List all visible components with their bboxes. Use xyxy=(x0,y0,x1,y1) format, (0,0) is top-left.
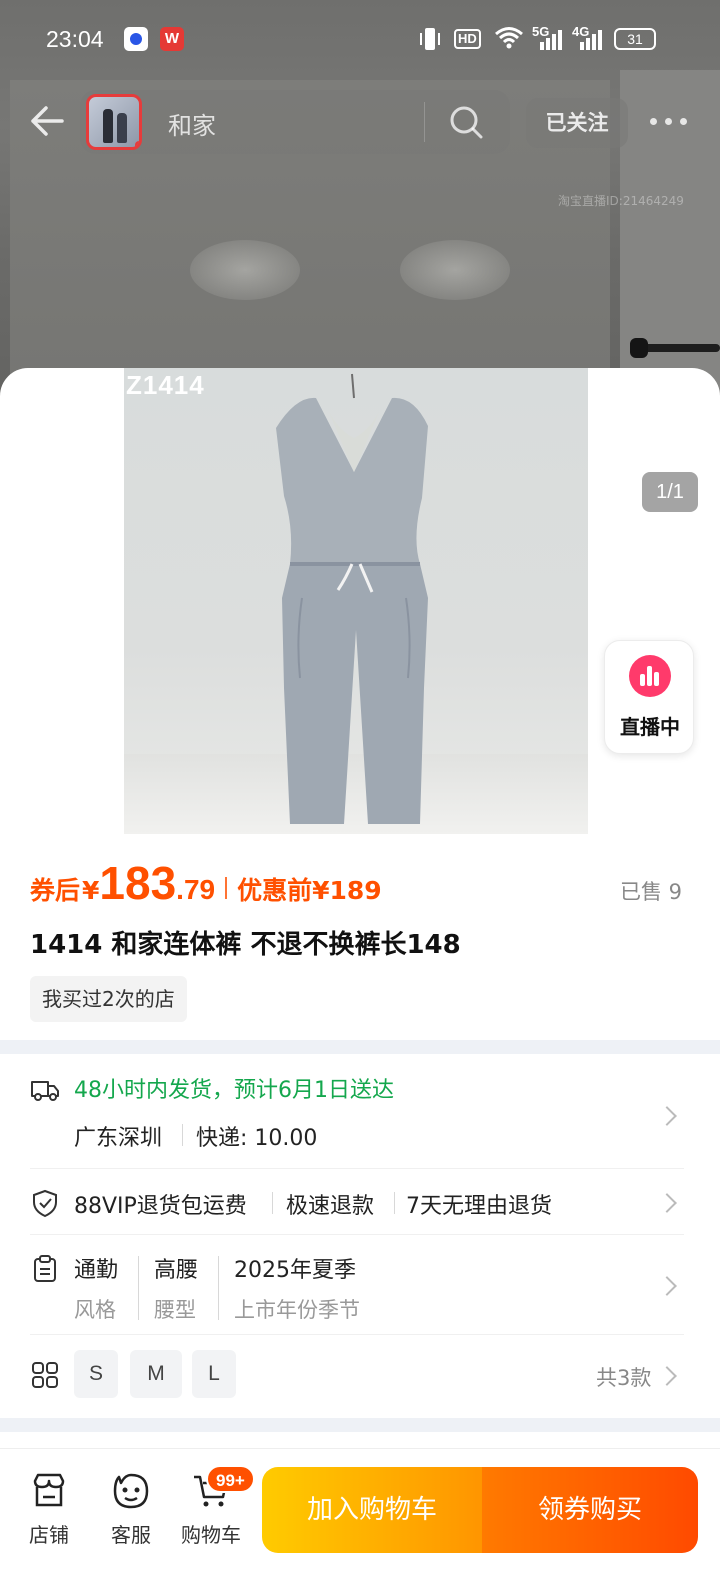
divider xyxy=(30,1168,684,1169)
status-time: 23:04 xyxy=(46,26,104,52)
baidu-icon xyxy=(124,27,148,51)
watermark-text: 淘宝直播ID:21464249 xyxy=(558,194,684,208)
live-label: 直播中 xyxy=(620,715,680,739)
bottom-bar: 店铺 客服 购物车 99+ 加入购物车 领券购买 xyxy=(0,1448,720,1584)
divider xyxy=(394,1192,395,1214)
chevron-right-icon[interactable] xyxy=(657,1106,677,1126)
sku-option[interactable]: L xyxy=(192,1350,236,1398)
shipping-fee: 快递: 10.00 xyxy=(196,1126,318,1151)
search-icon[interactable] xyxy=(448,104,484,140)
live-button[interactable]: 直播中 xyxy=(604,640,694,754)
spec-value: 通勤 xyxy=(74,1258,119,1283)
guarantee-item: 88VIP退货包运费 xyxy=(74,1194,247,1219)
back-arrow-icon[interactable] xyxy=(26,100,68,142)
price-divider xyxy=(225,877,228,899)
ship-from: 广东深圳 xyxy=(74,1126,163,1151)
live-icon xyxy=(629,655,671,697)
signal-5g-icon xyxy=(540,30,562,50)
grid-icon xyxy=(32,1362,58,1388)
spec-key: 风格 xyxy=(74,1298,116,1322)
background-light xyxy=(190,240,300,300)
shop-button[interactable]: 店铺 xyxy=(14,1461,84,1561)
truck-icon xyxy=(31,1081,59,1101)
price-row: 券后¥183.79 优惠前¥189 xyxy=(30,856,382,916)
chevron-right-icon[interactable] xyxy=(657,1193,677,1213)
divider xyxy=(272,1192,273,1214)
image-counter: 1/1 xyxy=(642,472,698,512)
sku-option[interactable]: S xyxy=(74,1350,118,1398)
spec-key: 腰型 xyxy=(154,1298,196,1322)
product-title: 1414 和家连体裤 不退不换裤长148 xyxy=(30,930,461,960)
original-price: 优惠前¥189 xyxy=(237,876,382,905)
section-gap xyxy=(0,1040,720,1054)
price-label: 券后 xyxy=(30,876,81,905)
status-bar: 23:04 W HD 5G 4G 31 xyxy=(0,0,720,78)
product-image[interactable]: Z1414 xyxy=(124,368,588,834)
battery-icon: 31 xyxy=(614,28,656,50)
w-app-icon: W xyxy=(160,27,184,51)
sku-option[interactable]: M xyxy=(130,1350,182,1398)
more-icon[interactable] xyxy=(644,104,694,140)
cart-badge: 99+ xyxy=(206,1465,255,1493)
hd-icon: HD xyxy=(454,29,481,49)
divider xyxy=(138,1256,139,1320)
live-badge-icon xyxy=(135,141,139,147)
divider xyxy=(30,1234,684,1235)
guarantee-item: 极速退款 xyxy=(286,1194,375,1219)
vibrate-icon xyxy=(420,28,440,50)
product-sheet: Z1414 1/1 直播中 券后¥183.79 优惠前¥189 已售 9 1414… xyxy=(0,368,720,1584)
section-gap xyxy=(0,1418,720,1432)
guarantee-item: 7天无理由退货 xyxy=(406,1194,552,1219)
battery-level: 31 xyxy=(627,31,643,47)
shop-label: 店铺 xyxy=(29,1523,69,1547)
background-knob xyxy=(630,338,648,358)
shop-avatar[interactable] xyxy=(86,94,142,150)
sold-count: 已售 9 xyxy=(619,880,682,904)
service-label: 客服 xyxy=(111,1523,151,1547)
image-code: Z1414 xyxy=(126,370,205,400)
price-currency: ¥ xyxy=(82,876,100,905)
divider xyxy=(424,102,425,142)
search-bar[interactable]: 和家 xyxy=(80,90,510,154)
price-integer: 183 xyxy=(99,857,177,909)
search-text: 和家 xyxy=(168,112,216,140)
divider xyxy=(218,1256,219,1320)
follow-button[interactable]: 已关注 xyxy=(526,98,628,148)
price-decimal: .79 xyxy=(176,874,216,905)
bought-tag[interactable]: 我买过2次的店 xyxy=(30,976,187,1022)
spec-value: 2025年夏季 xyxy=(234,1258,356,1283)
shield-icon xyxy=(33,1189,57,1218)
buy-button[interactable]: 领券购买 xyxy=(482,1467,698,1553)
chevron-right-icon[interactable] xyxy=(657,1276,677,1296)
shop-icon xyxy=(33,1473,65,1507)
add-to-cart-button[interactable]: 加入购物车 xyxy=(262,1467,482,1553)
wifi-icon xyxy=(495,27,523,49)
background-light xyxy=(400,240,510,300)
shipping-time: 48小时内发货，预计6月1日送达 xyxy=(74,1078,394,1103)
spec-key: 上市年份季节 xyxy=(234,1298,360,1322)
cart-label: 购物车 xyxy=(181,1523,241,1547)
spec-value: 高腰 xyxy=(154,1258,199,1283)
service-icon xyxy=(113,1473,149,1509)
sku-total[interactable]: 共3款 xyxy=(596,1362,651,1392)
service-button[interactable]: 客服 xyxy=(96,1461,166,1561)
divider xyxy=(30,1334,684,1335)
signal-4g-icon xyxy=(580,30,602,50)
clipboard-icon xyxy=(34,1255,56,1282)
chevron-right-icon[interactable] xyxy=(657,1366,677,1386)
divider xyxy=(182,1124,183,1146)
jumpsuit-illustration xyxy=(276,373,428,824)
